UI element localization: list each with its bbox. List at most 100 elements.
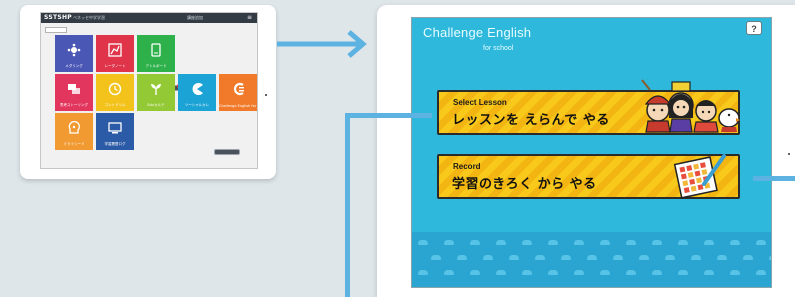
left-header-subtitle: ベネッセ中学学習 bbox=[73, 15, 105, 20]
cloud-icon bbox=[561, 255, 571, 260]
record-button[interactable]: Record 学習のきろく から やる bbox=[437, 154, 740, 199]
cloud-icon bbox=[522, 240, 532, 245]
tablet-icon bbox=[149, 42, 163, 57]
grade-dropdown[interactable] bbox=[45, 27, 67, 33]
app-tile-label: レーダノート bbox=[104, 64, 126, 68]
cloud-icon bbox=[418, 270, 428, 275]
callout-line-to-record bbox=[753, 176, 795, 181]
help-button[interactable]: ? bbox=[746, 21, 762, 35]
cloud-icon bbox=[587, 255, 597, 260]
right-tablet: Challenge English for school ? Select Le… bbox=[377, 5, 795, 297]
cloud-icon bbox=[678, 240, 688, 245]
clock-icon bbox=[108, 81, 122, 96]
cloud-icon bbox=[678, 270, 688, 275]
cloud-icon bbox=[574, 270, 584, 275]
ce-logo-icon bbox=[231, 81, 245, 96]
app-tile[interactable]: Eduカルテ bbox=[137, 74, 175, 111]
record-label-ja: 学習のきろく から やる bbox=[452, 177, 597, 192]
select-lesson-label-en: Select Lesson bbox=[453, 98, 507, 107]
cloud-icon bbox=[626, 240, 636, 245]
app-tile[interactable]: 学習履歴ログ bbox=[96, 113, 134, 150]
app-title: Challenge English bbox=[423, 25, 532, 40]
hub-icon bbox=[67, 42, 81, 57]
app-tile[interactable]: メダリング bbox=[55, 35, 93, 72]
cloud-icon bbox=[496, 240, 506, 245]
cloud-icon bbox=[769, 255, 771, 260]
cloud-icon bbox=[496, 270, 506, 275]
right-tablet-camera-dot bbox=[788, 153, 790, 155]
chart-icon bbox=[108, 42, 122, 57]
app-tile[interactable]: ミライシード bbox=[55, 113, 93, 150]
app-tile[interactable]: ソーシャルカレ bbox=[178, 74, 216, 111]
app-tile-label: コントドリル bbox=[104, 103, 126, 107]
left-header-bar: SSTSHP ベネッセ中学学習 講座追加 ≡ bbox=[41, 13, 257, 155]
cloud-icon bbox=[756, 270, 766, 275]
app-tile[interactable]: コントドリル bbox=[96, 74, 134, 111]
cloud-icon bbox=[691, 255, 701, 260]
header-center-text: 講座追加 bbox=[187, 15, 203, 20]
character-group-icon bbox=[641, 79, 740, 133]
app-tile-label: メダリング bbox=[65, 64, 83, 68]
cloud-icon bbox=[535, 255, 545, 260]
flow-arrow bbox=[277, 30, 367, 58]
cloud-icon bbox=[470, 240, 480, 245]
cloud-icon bbox=[457, 255, 467, 260]
app-tile-label: Eduカルテ bbox=[147, 103, 165, 107]
cloud-icon bbox=[717, 255, 727, 260]
cloud-icon bbox=[548, 240, 558, 245]
app-subtitle: for school bbox=[483, 45, 514, 52]
select-lesson-label-ja: レッスンを えらんで やる bbox=[452, 113, 610, 128]
cloud-icon bbox=[743, 255, 753, 260]
app-tile-label: 思考ストーリング bbox=[60, 103, 88, 107]
cloud-icon bbox=[652, 270, 662, 275]
left-header-logo: SSTSHP bbox=[44, 14, 73, 21]
tablet-camera-dot bbox=[265, 94, 267, 96]
pc-icon bbox=[108, 120, 122, 134]
hamburger-icon[interactable]: ≡ bbox=[247, 14, 252, 21]
cloud-icon bbox=[574, 240, 584, 245]
callout-line-vertical bbox=[345, 113, 350, 297]
app-tile[interactable]: Challenge English for school bbox=[219, 74, 257, 111]
record-label-en: Record bbox=[453, 162, 481, 171]
left-tablet-screen: SSTSHP ベネッセ中学学習 講座追加 ≡ メダリング レーダノート アトルボード… bbox=[40, 12, 258, 169]
app-tile-label: Challenge English for school bbox=[219, 104, 257, 108]
app-tile-label: 学習履歴ログ bbox=[104, 142, 126, 146]
select-lesson-button[interactable]: Select Lesson レッスンを えらんで やる bbox=[437, 79, 740, 135]
app-tile-label: アトルボード bbox=[145, 64, 167, 68]
cloud-icon bbox=[483, 255, 493, 260]
cloud-icon bbox=[548, 270, 558, 275]
sprout-icon bbox=[149, 81, 163, 95]
cloud-icon bbox=[522, 270, 532, 275]
app-tile-label: ソーシャルカレ bbox=[184, 103, 210, 107]
cloud-icon bbox=[444, 240, 454, 245]
cloud-icon bbox=[470, 270, 480, 275]
head-icon bbox=[67, 120, 81, 134]
cloud-icon bbox=[639, 255, 649, 260]
cloud-icon bbox=[613, 255, 623, 260]
cloud-icon bbox=[704, 240, 714, 245]
cloud-icon bbox=[431, 255, 441, 260]
cloud-icon bbox=[509, 255, 519, 260]
cloud-icon bbox=[444, 270, 454, 275]
app-tile[interactable]: レーダノート bbox=[96, 35, 134, 72]
cloud-icon bbox=[665, 255, 675, 260]
cloud-icon bbox=[730, 240, 740, 245]
record-sheet-icon bbox=[673, 154, 726, 199]
cloud-icon bbox=[652, 240, 662, 245]
app-tile[interactable]: アトルボード bbox=[137, 35, 175, 72]
left-tablet: SSTSHP ベネッセ中学学習 講座追加 ≡ メダリング レーダノート アトルボード… bbox=[20, 5, 276, 179]
cloud-pattern-band bbox=[412, 232, 771, 287]
app-tile[interactable]: 思考ストーリング bbox=[55, 74, 93, 111]
cloud-icon bbox=[600, 270, 610, 275]
cloud-icon bbox=[600, 240, 610, 245]
header-button-right[interactable] bbox=[214, 149, 240, 155]
callout-line-to-select bbox=[345, 113, 432, 118]
cloud-icon bbox=[418, 240, 428, 245]
packman-icon bbox=[190, 81, 204, 95]
cloud-icon bbox=[704, 270, 714, 275]
cloud-icon bbox=[730, 270, 740, 275]
app-tile-label: ミライシード bbox=[63, 142, 85, 146]
cloud-icon bbox=[626, 270, 636, 275]
chat-icon bbox=[67, 81, 81, 95]
challenge-english-screen: Challenge English for school ? Select Le… bbox=[411, 17, 772, 288]
